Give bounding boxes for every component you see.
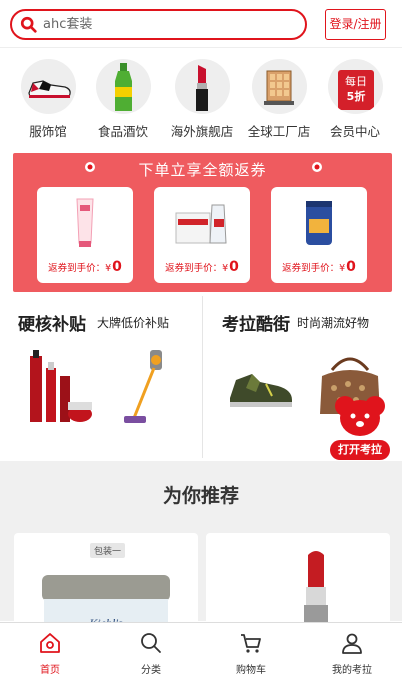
search-icon (141, 633, 161, 653)
price-value: 0 (229, 259, 239, 275)
water-box-icon (175, 204, 227, 244)
sneaker-icon (21, 59, 76, 114)
user-icon (342, 633, 362, 654)
snack-can-icon (306, 201, 332, 245)
banner-price: 返券到手价：¥0 (271, 259, 367, 275)
banner-product-card[interactable]: 返券到手价：¥0 (154, 187, 250, 283)
category-label: 全球工厂店 (247, 124, 311, 139)
category-food-drinks[interactable]: 食品酒饮 (83, 56, 163, 140)
recommend-title: 为你推荐 (162, 485, 239, 507)
banner-product-card[interactable]: 返券到手价：¥0 (37, 187, 133, 283)
category-overseas-flagship[interactable]: 海外旗舰店 (162, 56, 242, 140)
promo-title: 硬核补贴 (18, 315, 86, 335)
price-value: 0 (346, 259, 356, 275)
category-label: 海外旗舰店 (170, 124, 234, 139)
nav-label: 分类 (141, 665, 161, 676)
category-clothing[interactable]: 服饰馆 (8, 56, 88, 140)
member-badge-line1: 每日 (345, 75, 367, 88)
category-label: 服饰馆 (29, 124, 67, 139)
top-bar: ahc套装 登录/注册 (0, 0, 402, 48)
nav-item-cart[interactable]: 购物车 (201, 629, 301, 677)
nav-item-my-kaola[interactable]: 我的考拉 (302, 629, 402, 677)
koala-mascot-icon (335, 396, 385, 436)
factory-box-icon (252, 59, 307, 114)
cashback-banner[interactable]: 下单立享全额返券 返券到手价：¥0 返券到手价：¥0 返券到手价：¥0 (13, 153, 392, 292)
promo-hardcore-subsidy[interactable]: 硬核补贴 大牌低价补贴 (0, 296, 203, 458)
lipstick-product-icon (304, 551, 328, 633)
recommend-section: 为你推荐 包装一 Kiehl's (0, 461, 402, 633)
skincare-set-icon (30, 350, 92, 422)
hiking-shoe-icon (230, 374, 292, 407)
search-icon (20, 16, 37, 33)
promo-subtitle: 时尚潮流好物 (297, 316, 370, 330)
page: ahc套装 登录/注册 服饰馆 食品酒饮 海外旗舰店 全球工厂店 每日 5折 会… (0, 0, 402, 678)
category-label: 食品酒饮 (97, 124, 148, 139)
nav-item-home[interactable]: 首页 (0, 629, 100, 677)
recommend-card[interactable]: 包装一 Kiehl's (14, 533, 198, 633)
category-global-factory[interactable]: 全球工厂店 (239, 56, 319, 140)
price-label: 返券到手价：¥ (48, 263, 112, 274)
member-badge-line2: 5折 (346, 90, 366, 103)
lipstick-icon (175, 59, 230, 114)
sparkle-icon (312, 162, 322, 172)
open-kaola-app-button[interactable]: 打开考拉 (330, 440, 390, 460)
bottom-nav: 首页 分类 购物车 我的考拉 (0, 622, 402, 678)
price-label: 返券到手价：¥ (282, 263, 346, 274)
recommend-card[interactable] (206, 533, 390, 633)
login-register-button[interactable]: 登录/注册 (325, 9, 386, 40)
cart-icon (241, 634, 261, 653)
nav-label: 购物车 (236, 665, 266, 676)
banner-price: 返券到手价：¥0 (37, 259, 133, 275)
nav-label: 我的考拉 (332, 665, 372, 676)
promo-subtitle: 大牌低价补贴 (97, 316, 170, 330)
category-member-center[interactable]: 每日 5折 会员中心 (315, 56, 395, 140)
nav-item-category[interactable]: 分类 (101, 629, 201, 677)
price-value: 0 (112, 259, 122, 275)
price-label: 返券到手价：¥ (165, 263, 229, 274)
vacuum-cleaner-icon (124, 350, 162, 423)
recommend-tag: 包装一 (90, 543, 126, 558)
promo-title: 考拉酷街 (222, 315, 290, 335)
member-tag-icon: 每日 5折 (328, 59, 383, 114)
search-input[interactable]: ahc套装 (43, 17, 92, 33)
category-label: 会员中心 (329, 124, 380, 139)
banner-title: 下单立享全额返券 (138, 161, 267, 179)
home-icon (40, 633, 60, 653)
cleanser-tube-icon (76, 198, 94, 247)
category-strip: 服饰馆 食品酒饮 海外旗舰店 全球工厂店 每日 5折 会员中心 (0, 52, 402, 140)
banner-price: 返券到手价：¥0 (154, 259, 250, 275)
green-bottle-icon (96, 59, 151, 114)
banner-product-card[interactable]: 返券到手价：¥0 (271, 187, 367, 283)
search-bar[interactable]: ahc套装 (10, 9, 307, 40)
nav-label: 首页 (40, 665, 60, 676)
